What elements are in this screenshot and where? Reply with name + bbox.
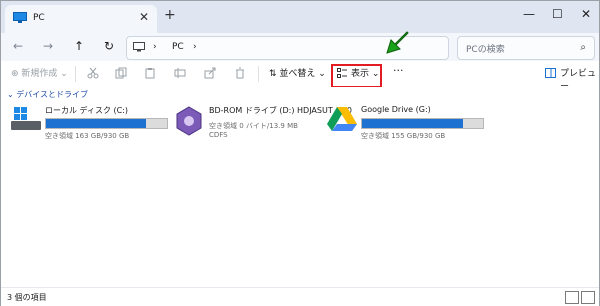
- rename-icon[interactable]: [174, 67, 186, 79]
- drive-c[interactable]: ローカル ディスク (C:) 空き領域 163 GB/930 GB: [9, 105, 174, 155]
- windows-drive-icon: [11, 107, 41, 130]
- share-icon[interactable]: [204, 67, 216, 79]
- view-button[interactable]: 表示 ⌄: [351, 66, 379, 79]
- paste-icon[interactable]: [144, 67, 156, 79]
- close-button[interactable]: ✕: [581, 7, 591, 21]
- toolbar-divider: [258, 66, 259, 82]
- drive-c-usage-fill: [46, 119, 146, 128]
- drive-g-usage-bar: [361, 118, 484, 129]
- toolbar-divider: [75, 66, 76, 82]
- maximize-button[interactable]: ☐: [552, 7, 563, 21]
- new-tab-button[interactable]: +: [164, 7, 176, 23]
- breadcrumb-chevron-icon[interactable]: ›: [193, 42, 197, 52]
- navigation-bar: ← → ↑ ↻ › PC › PCの検索 ⌕: [1, 33, 599, 61]
- drive-d[interactable]: BD-ROM ドライブ (D:) HDJASUT_100 空き領域 0 バイト/…: [173, 105, 352, 155]
- drive-d-space: 空き領域 0 バイト/13.9 MB: [209, 122, 298, 130]
- delete-icon[interactable]: [234, 67, 246, 79]
- main-content: ⌄ デバイスとドライブ ローカル ディスク (C:) 空き領域 163 GB/9…: [1, 87, 599, 287]
- drive-c-usage-bar: [45, 118, 168, 129]
- minimize-button[interactable]: —: [523, 7, 535, 21]
- cut-icon[interactable]: [87, 67, 99, 79]
- preview-pane-icon[interactable]: [545, 68, 556, 78]
- explorer-window: PC ✕ + — ☐ ✕ ← → ↑ ↻ › PC › PCの検索 ⌕ ⊕ 新規…: [0, 0, 600, 306]
- drive-g[interactable]: Google Drive (G:) 空き領域 155 GB/930 GB: [325, 105, 490, 155]
- large-icons-view-icon[interactable]: [581, 291, 595, 304]
- status-bar: 3 個の項目: [1, 287, 599, 306]
- drive-d-filesystem: CDFS: [209, 131, 228, 139]
- breadcrumb-separator-icon[interactable]: ›: [153, 42, 157, 52]
- forward-icon[interactable]: →: [43, 39, 53, 53]
- group-devices-and-drives[interactable]: ⌄ デバイスとドライブ: [7, 89, 88, 100]
- drive-c-space: 空き領域 163 GB/930 GB: [45, 132, 130, 140]
- view-list-icon[interactable]: [337, 68, 348, 79]
- item-count: 3 個の項目: [7, 293, 47, 302]
- refresh-icon[interactable]: ↻: [104, 39, 114, 53]
- up-icon[interactable]: ↑: [74, 39, 84, 53]
- drive-g-name: Google Drive (G:): [361, 105, 431, 114]
- back-icon[interactable]: ←: [13, 39, 23, 53]
- drive-c-name: ローカル ディスク (C:): [45, 106, 129, 115]
- breadcrumb-pc[interactable]: PC: [172, 42, 184, 52]
- details-view-icon[interactable]: [565, 291, 579, 304]
- command-bar: ⊕ 新規作成 ⌄ ⇅ 並べ替え ⌄ 表示 ⌄ ··· プレビュ: [1, 31, 599, 92]
- search-placeholder: PCの検索: [466, 45, 505, 55]
- title-bar: PC ✕ + — ☐ ✕: [1, 1, 599, 33]
- copy-icon[interactable]: [115, 67, 127, 79]
- tab-close-icon[interactable]: ✕: [139, 10, 149, 24]
- google-drive-icon: [327, 107, 357, 131]
- search-icon[interactable]: ⌕: [580, 42, 586, 53]
- sort-button[interactable]: ⇅ 並べ替え ⌄: [269, 66, 326, 79]
- pc-icon: [133, 42, 145, 52]
- search-box[interactable]: PCの検索 ⌕: [457, 36, 595, 60]
- annotation-arrow-icon: [386, 31, 409, 54]
- tab-pc[interactable]: PC ✕: [5, 5, 157, 33]
- tab-title: PC: [33, 13, 45, 23]
- new-button[interactable]: ⊕ 新規作成 ⌄: [11, 66, 68, 79]
- bd-rom-icon: [176, 106, 202, 136]
- drive-g-space: 空き領域 155 GB/930 GB: [361, 132, 446, 140]
- more-options-icon[interactable]: ···: [393, 64, 404, 77]
- monitor-icon: [13, 12, 27, 23]
- drive-g-usage-fill: [362, 119, 463, 128]
